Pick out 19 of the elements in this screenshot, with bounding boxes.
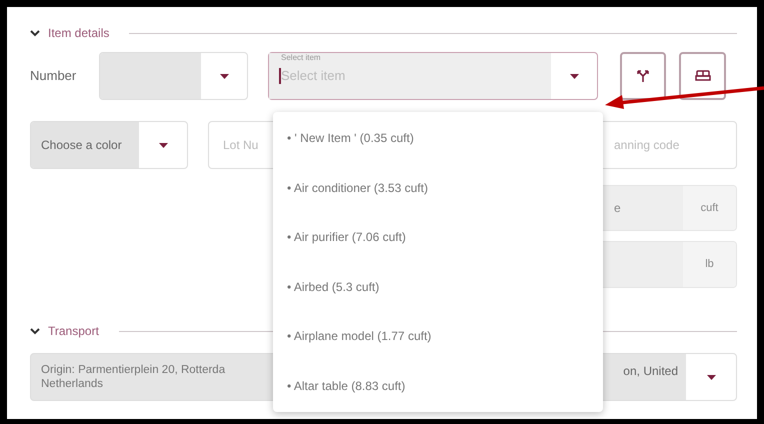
section-title: Item details bbox=[48, 25, 110, 42]
section-title: Transport bbox=[48, 323, 99, 340]
bed-icon-button[interactable] bbox=[679, 52, 726, 100]
floating-label: Select item bbox=[280, 54, 322, 62]
dropdown-item[interactable]: • Air conditioner (3.53 cuft) bbox=[273, 178, 603, 228]
bed-icon bbox=[694, 70, 710, 82]
chevron-icon[interactable] bbox=[30, 328, 40, 334]
dropdown-item[interactable]: • Airbed (5.3 cuft) bbox=[273, 278, 603, 327]
field-label: Number bbox=[30, 67, 78, 86]
split-icon-button[interactable] bbox=[620, 52, 666, 100]
caret-icon bbox=[158, 142, 168, 148]
caret-icon bbox=[220, 74, 228, 78]
caret-icon bbox=[570, 74, 578, 78]
caret-icon bbox=[706, 374, 716, 380]
dropdown-item[interactable]: • ' New Item ' (0.35 cuft) bbox=[273, 129, 603, 178]
split-arrows-icon bbox=[636, 69, 650, 83]
chevron-icon[interactable] bbox=[30, 30, 40, 36]
color-select[interactable]: Choose a color bbox=[30, 121, 188, 169]
dropdown-item[interactable]: • Air purifier (7.06 cuft) bbox=[273, 228, 603, 278]
